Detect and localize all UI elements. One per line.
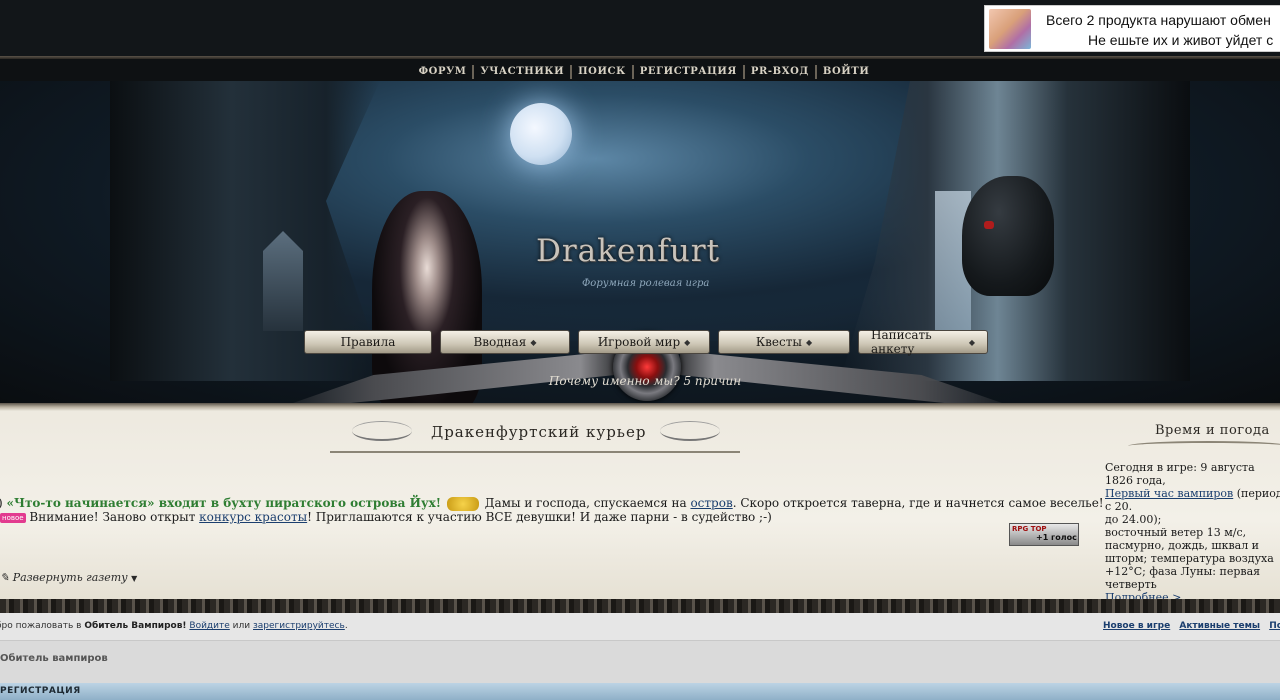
menu-quests-label: Квесты bbox=[755, 335, 802, 349]
news-item-2: новое Внимание! Заново открыт конкурс кр… bbox=[0, 510, 772, 524]
weather-date: Сегодня в игре: 9 августа 1826 года, bbox=[1105, 461, 1255, 487]
vampire-hour-link[interactable]: Первый час вампиров bbox=[1105, 487, 1233, 500]
breadcrumb-bar: Обитель вампиров bbox=[0, 641, 1280, 683]
flourish-ornament bbox=[660, 421, 720, 441]
quick-links: Новое в игре Активные темы Под bbox=[1103, 621, 1280, 631]
login-link[interactable]: Войдите bbox=[189, 621, 229, 631]
nav-pr-login[interactable]: PR-ВХОД bbox=[745, 65, 817, 79]
weather-title-ornament bbox=[1128, 441, 1280, 451]
clapping-hands-icon bbox=[446, 496, 479, 511]
menu-intro-button[interactable]: Вводная ◆ bbox=[440, 330, 570, 354]
category-title[interactable]: РЕГИСТРАЦИЯ bbox=[0, 686, 81, 696]
banner-menu: Правила Вводная ◆ Игровой мир ◆ Квесты ◆… bbox=[304, 328, 988, 356]
island-link[interactable]: остров bbox=[690, 496, 732, 510]
welcome-message: бро пожаловать в Обитель Вампиров! Войди… bbox=[0, 621, 348, 631]
menu-form-label: Написать анкету bbox=[871, 328, 932, 356]
courier-top-border bbox=[0, 403, 1280, 411]
menu-quests-button[interactable]: Квесты ◆ bbox=[718, 330, 850, 354]
werewolf-mouth bbox=[984, 221, 994, 229]
weather-conditions: восточный ветер 13 м/с, пасмурно, дождь,… bbox=[1105, 526, 1274, 591]
breadcrumb[interactable]: Обитель вампиров bbox=[0, 653, 108, 664]
expand-newspaper-toggle[interactable]: ✎ Развернуть газету ▼ bbox=[0, 571, 137, 584]
welcome-bar: бро пожаловать в Обитель Вампиров! Войди… bbox=[0, 613, 1280, 641]
news-text: ! Приглашаются к участию ВСЕ девушки! И … bbox=[307, 510, 772, 524]
forum-name: Обитель Вампиров! bbox=[84, 621, 187, 631]
active-topics-link[interactable]: Активные темы bbox=[1179, 621, 1260, 631]
ad-text-line-2[interactable]: Не ешьте их и живот уйдет с bbox=[1088, 32, 1273, 48]
news-item-1: ) «Что-то начинается» входит в бухту пир… bbox=[0, 496, 1104, 511]
beauty-contest-link[interactable]: конкурс красоты bbox=[199, 510, 307, 524]
new-in-game-link[interactable]: Новое в игре bbox=[1103, 621, 1170, 631]
chevron-down-icon: ◆ bbox=[530, 337, 537, 347]
courier-section: Дракенфуртский курьер ) «Что-то начинает… bbox=[0, 403, 1280, 604]
decorative-border bbox=[0, 599, 1280, 613]
rpg-top-label: RPG TOP bbox=[1012, 525, 1047, 533]
chevron-down-icon: ◆ bbox=[968, 337, 975, 347]
weather-period-end: до 24.00); bbox=[1105, 513, 1162, 526]
news-text: Внимание! Заново открыт bbox=[29, 510, 196, 524]
nav-register[interactable]: РЕГИСТРАЦИЯ bbox=[634, 65, 745, 79]
nav-search[interactable]: ПОИСК bbox=[572, 65, 634, 79]
ad-thumbnail[interactable] bbox=[989, 9, 1031, 49]
menu-form-button[interactable]: Написать анкету ◆ bbox=[858, 328, 988, 356]
vote-label: +1 голос bbox=[1036, 533, 1077, 542]
rpg-top-vote-button[interactable]: RPG TOP +1 голос bbox=[1009, 523, 1079, 546]
top-nav: ФОРУМ УЧАСТНИКИ ПОИСК РЕГИСТРАЦИЯ PR-ВХО… bbox=[0, 59, 1280, 81]
chevron-down-icon: ◆ bbox=[684, 337, 691, 347]
ad-text-line-1[interactable]: Всего 2 продукта нарушают обмен bbox=[1046, 12, 1271, 28]
site-logo[interactable]: Drakenfurt bbox=[536, 233, 720, 269]
new-badge: новое bbox=[0, 512, 26, 523]
news-headline: «Что-то начинается» входит в бухту пират… bbox=[6, 496, 442, 510]
news-bullet: ) bbox=[0, 496, 3, 510]
menu-rules-button[interactable]: Правила bbox=[304, 330, 432, 354]
flourish-ornament bbox=[352, 421, 412, 441]
welcome-end: . bbox=[344, 621, 348, 631]
welcome-or: или bbox=[232, 621, 251, 631]
menu-world-label: Игровой мир bbox=[597, 335, 681, 349]
news-text: . Скоро откроется таверна, где и начнетс… bbox=[732, 496, 1104, 510]
logo-subtitle: Форумная ролевая игра bbox=[582, 278, 710, 289]
werewolf-illustration bbox=[962, 176, 1054, 296]
chevron-down-icon: ◆ bbox=[805, 337, 813, 347]
courier-title: Дракенфуртский курьер bbox=[431, 423, 647, 441]
header-banner: Drakenfurt Форумная ролевая игра Правила… bbox=[0, 81, 1280, 403]
advertisement[interactable]: Всего 2 продукта нарушают обмен Не ешьте… bbox=[984, 5, 1280, 52]
category-header: РЕГИСТРАЦИЯ bbox=[0, 683, 1280, 700]
welcome-prefix: бро пожаловать в bbox=[0, 621, 82, 631]
chevron-down-icon: ▼ bbox=[131, 574, 138, 583]
menu-rules-label: Правила bbox=[340, 335, 396, 349]
nav-forum[interactable]: ФОРУМ bbox=[413, 65, 475, 79]
truncated-link[interactable]: Под bbox=[1269, 621, 1280, 631]
menu-world-button[interactable]: Игровой мир ◆ bbox=[578, 330, 710, 354]
nav-login[interactable]: ВОЙТИ bbox=[817, 65, 876, 79]
menu-intro-label: Вводная bbox=[473, 335, 527, 349]
logo-text: Drakenfurt bbox=[536, 233, 720, 269]
expand-label: Развернуть газету bbox=[12, 571, 128, 584]
weather-panel: Сегодня в игре: 9 августа 1826 года, Пер… bbox=[1105, 461, 1280, 604]
moon bbox=[510, 103, 572, 165]
nav-members[interactable]: УЧАСТНИКИ bbox=[474, 65, 573, 79]
weather-title: Время и погода bbox=[1155, 423, 1270, 438]
why-us-link[interactable]: Почему именно мы? 5 причин bbox=[0, 374, 1280, 388]
register-link[interactable]: зарегистрируйтесь bbox=[253, 621, 345, 631]
quill-icon: ✎ bbox=[0, 571, 10, 584]
news-text: Дамы и господа, спускаемся на bbox=[484, 496, 687, 510]
